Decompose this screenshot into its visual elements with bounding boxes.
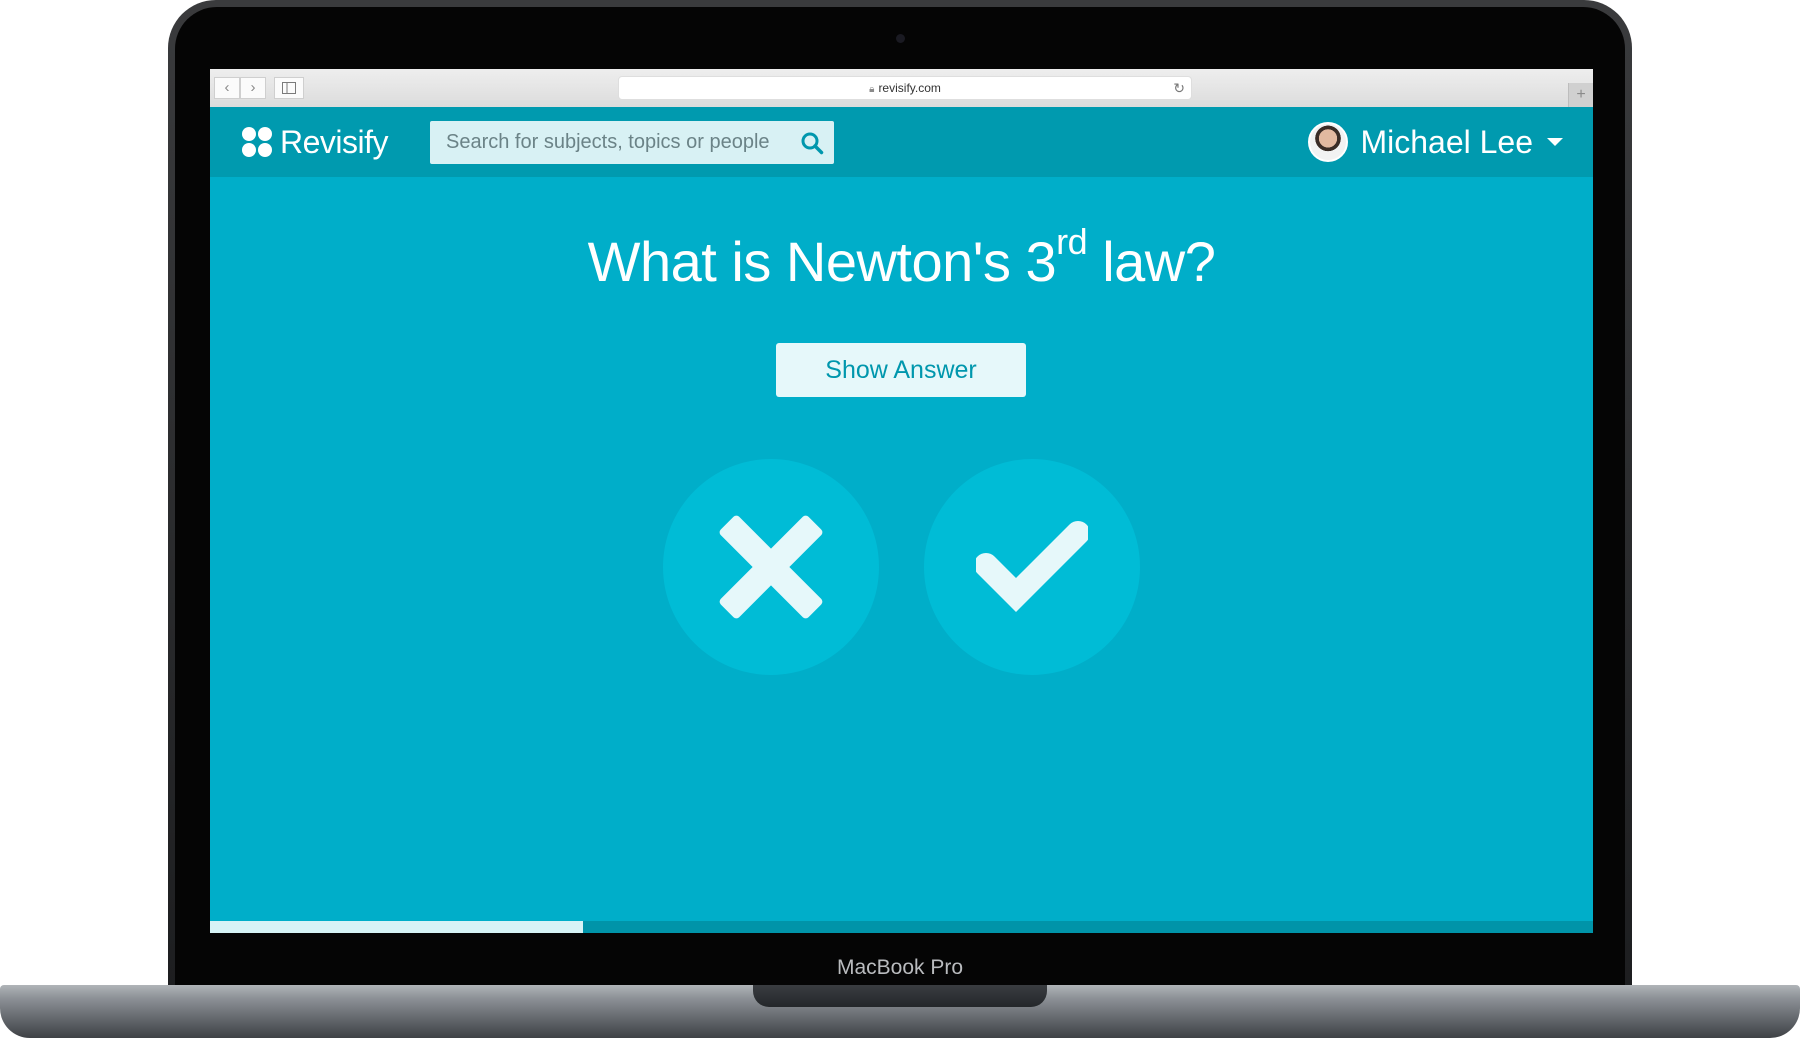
url-display: 🔒︎ revisify.com (619, 77, 1191, 101)
chevron-right-icon: › (250, 79, 256, 96)
search-icon[interactable] (800, 131, 824, 155)
chevron-left-icon: ‹ (224, 79, 230, 96)
back-button[interactable]: ‹ (214, 77, 240, 99)
user-menu[interactable]: Michael Lee (1308, 121, 1563, 163)
search-box (430, 121, 834, 164)
browser-toolbar: ‹ › 🔒︎ revisify.com ↻ + (210, 69, 1593, 108)
model-label: MacBook Pro (836, 956, 964, 979)
x-icon (719, 515, 823, 619)
address-bar[interactable]: 🔒︎ revisify.com ↻ (618, 76, 1192, 100)
question-text: What is Newton's 3rd law? (587, 221, 1216, 293)
avatar (1308, 122, 1349, 162)
new-tab-button[interactable]: + (1568, 83, 1593, 107)
mark-wrong-button[interactable] (663, 459, 879, 675)
check-icon (976, 521, 1088, 612)
search-input[interactable] (430, 121, 790, 164)
sidebar-button[interactable] (274, 77, 304, 99)
chevron-down-icon (1547, 138, 1563, 146)
progress-bar (210, 921, 1593, 933)
app-header: Revisify Michael Lee (210, 107, 1593, 177)
sidebar-icon (282, 82, 296, 94)
forward-button[interactable]: › (240, 77, 266, 99)
mark-correct-button[interactable] (924, 459, 1140, 675)
user-name: Michael Lee (1360, 123, 1533, 160)
progress-fill (210, 921, 584, 933)
plus-icon: + (1576, 86, 1586, 103)
logo-dots-icon (242, 127, 272, 157)
lock-icon: 🔒︎ (869, 84, 875, 95)
camera-icon (896, 34, 905, 43)
reload-icon[interactable]: ↻ (1173, 77, 1185, 99)
show-answer-button[interactable]: Show Answer (776, 343, 1026, 397)
browser-window: ‹ › 🔒︎ revisify.com ↻ + Revisify Search … (210, 69, 1593, 933)
url-text: revisify.com (878, 81, 941, 95)
laptop-notch (753, 985, 1047, 1007)
logo-text: Revisify (280, 123, 389, 160)
logo[interactable]: Revisify (242, 123, 389, 160)
